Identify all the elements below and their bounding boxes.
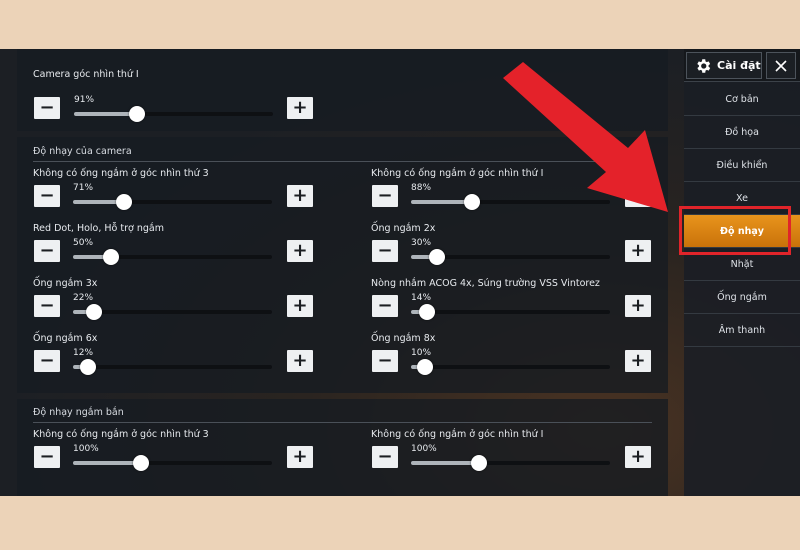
- red-arrow-annotation: [503, 62, 668, 212]
